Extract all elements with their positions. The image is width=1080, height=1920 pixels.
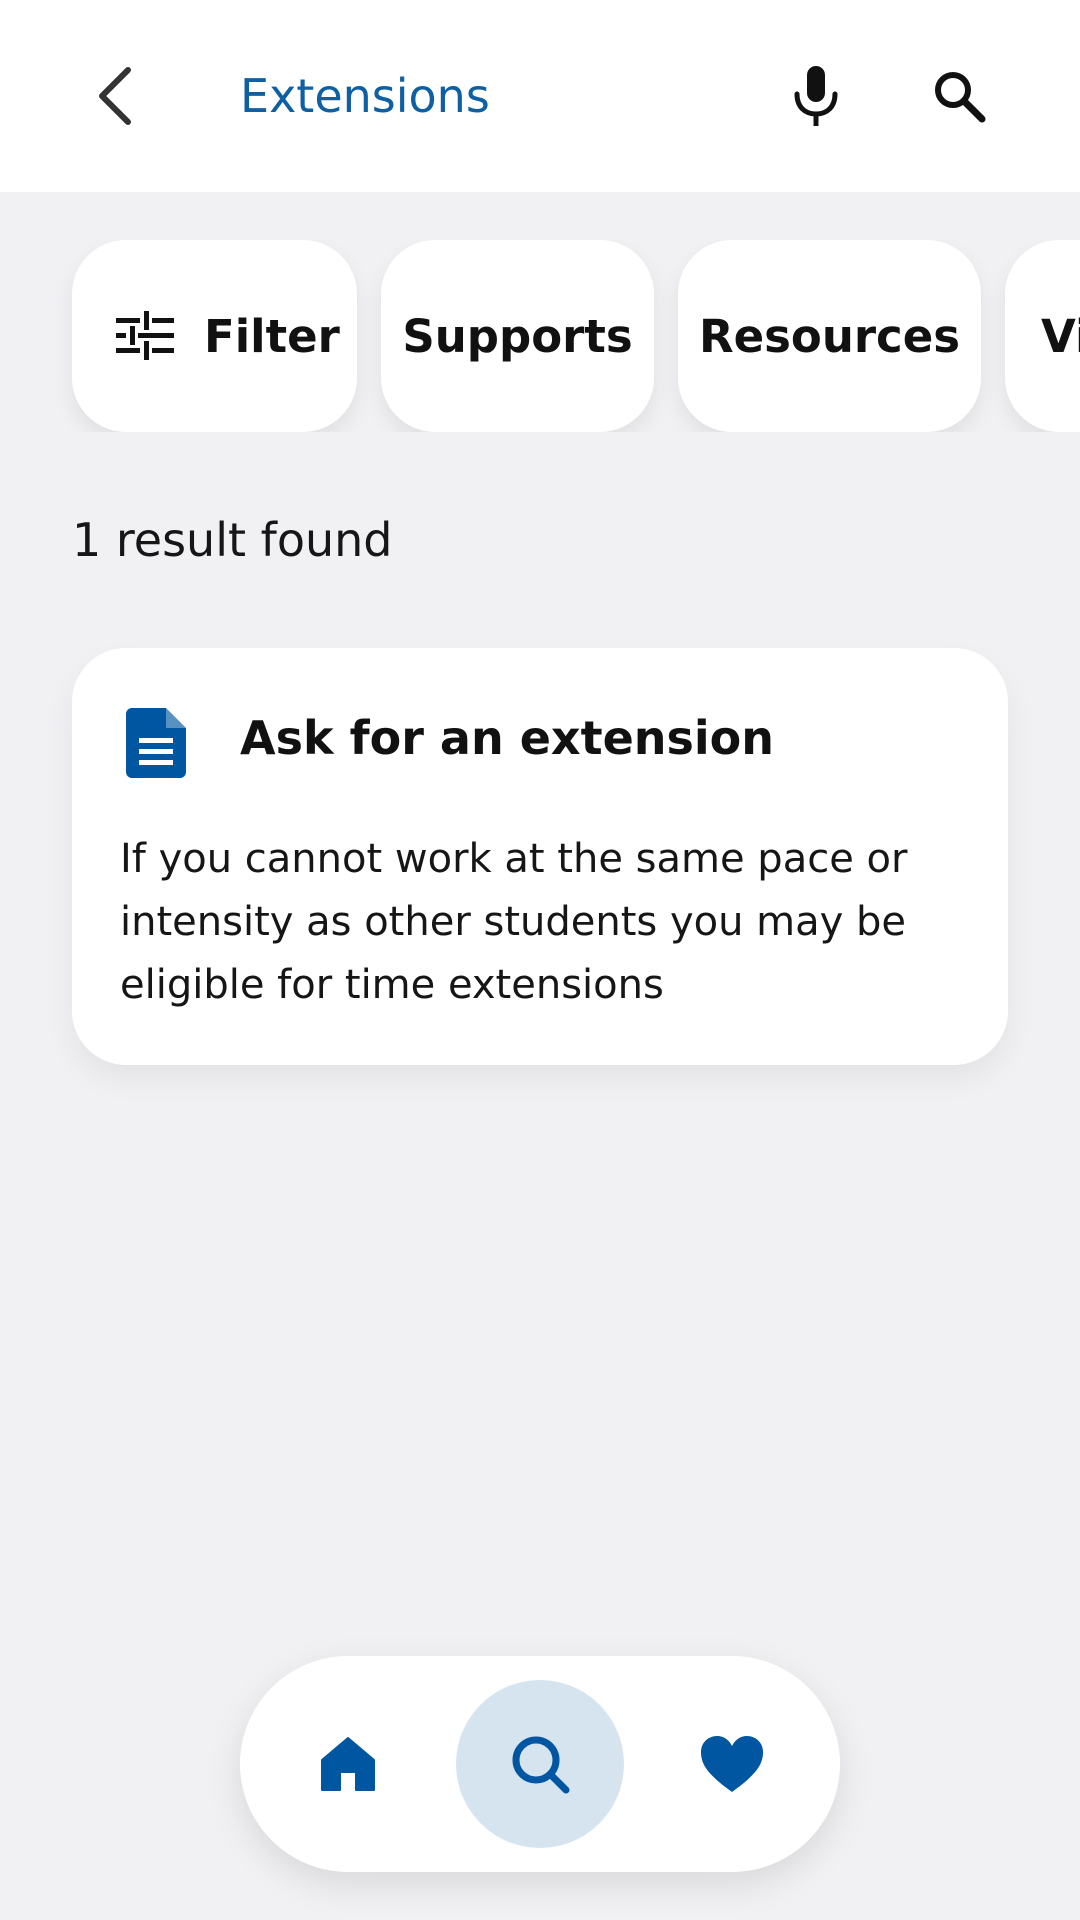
chip-partial[interactable]: Vi bbox=[1005, 240, 1080, 432]
back-button[interactable] bbox=[78, 54, 150, 138]
home-icon bbox=[321, 1737, 375, 1791]
result-description: If you cannot work at the same pace or i… bbox=[120, 836, 908, 1008]
voice-search-button[interactable] bbox=[772, 52, 860, 140]
search-icon bbox=[512, 1736, 570, 1794]
search-button[interactable] bbox=[915, 52, 1003, 140]
filter-chip-label: Filter bbox=[204, 309, 340, 363]
document-icon bbox=[126, 708, 186, 778]
heart-icon bbox=[701, 1736, 763, 1792]
result-card[interactable]: Ask for an extension If you cannot work … bbox=[72, 648, 1008, 1065]
result-title: Ask for an extension bbox=[240, 711, 775, 765]
nav-favorites-button[interactable] bbox=[648, 1680, 816, 1848]
filter-chip[interactable]: Filter bbox=[72, 240, 357, 432]
app-bar: Extensions bbox=[0, 0, 1080, 192]
chip-supports[interactable]: Supports bbox=[381, 240, 654, 432]
chip-resources[interactable]: Resources bbox=[678, 240, 981, 432]
bottom-navigation bbox=[240, 1656, 840, 1872]
chevron-left-icon bbox=[99, 67, 131, 125]
filter-chip-row: Filter Supports Resources Vi bbox=[0, 240, 1080, 432]
search-icon bbox=[935, 72, 986, 123]
result-count: 1 result found bbox=[72, 513, 393, 567]
page-title: Extensions bbox=[240, 69, 490, 123]
nav-home-button[interactable] bbox=[264, 1680, 432, 1848]
nav-search-button[interactable] bbox=[456, 1680, 624, 1848]
microphone-icon bbox=[794, 66, 838, 126]
sliders-icon bbox=[116, 310, 174, 362]
